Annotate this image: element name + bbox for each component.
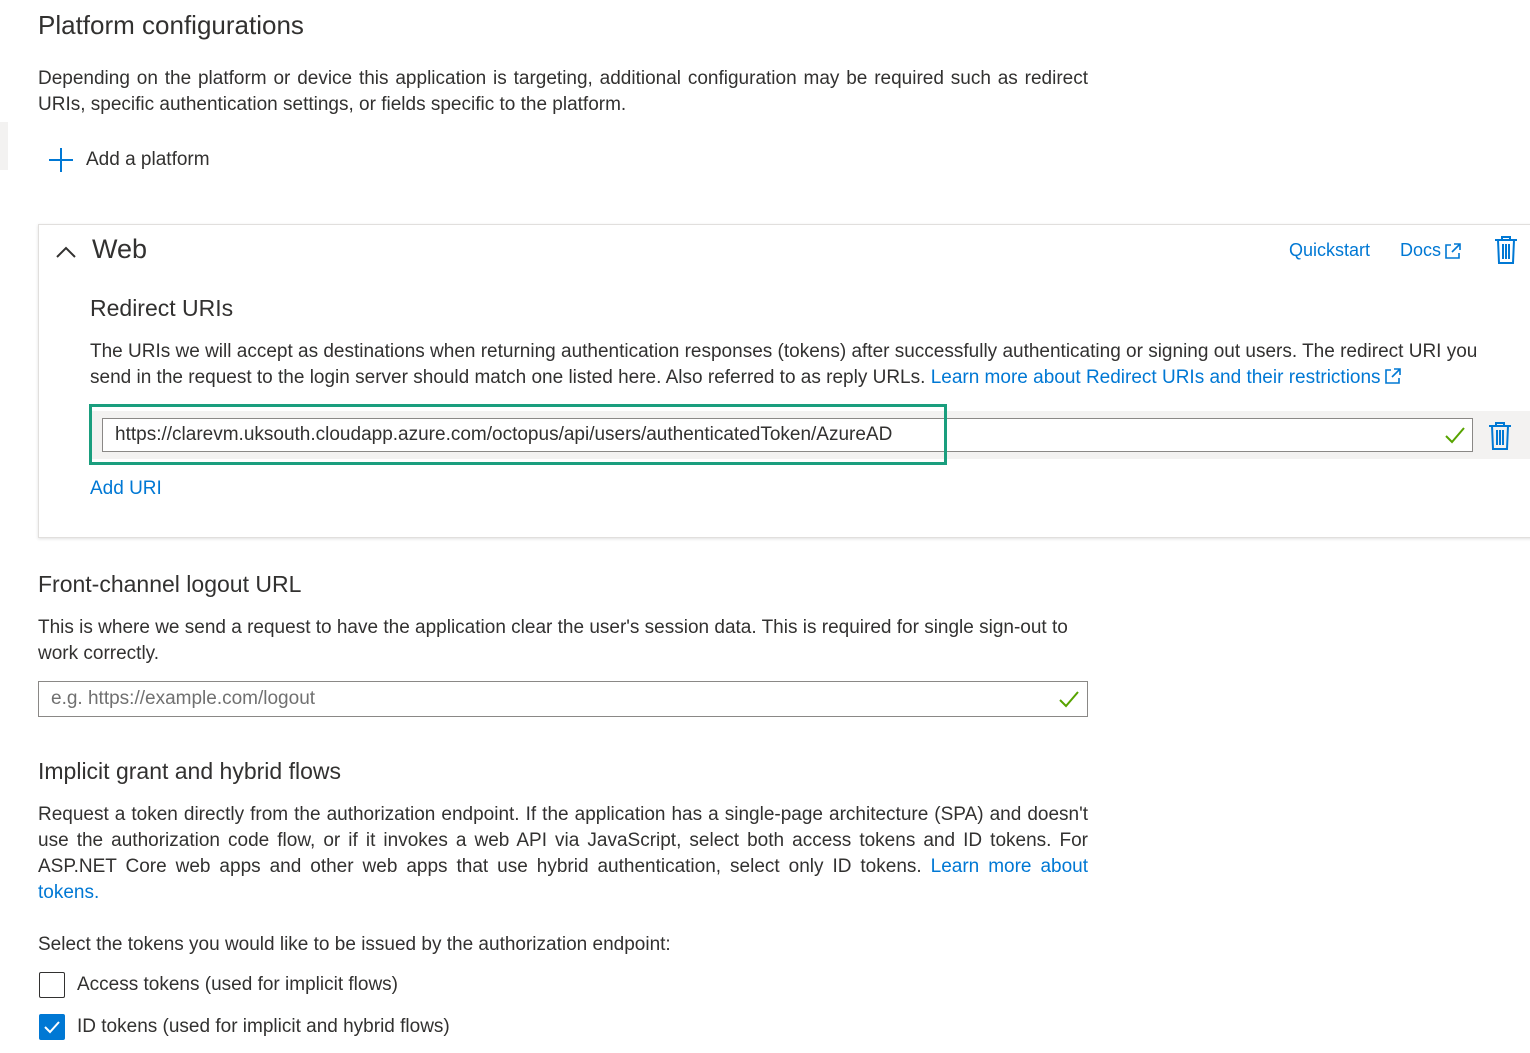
- external-link-icon: [1445, 242, 1461, 259]
- redirect-uris-heading: Redirect URIs: [90, 295, 234, 321]
- implicit-grant-heading: Implicit grant and hybrid flows: [38, 758, 341, 784]
- chevron-up-icon[interactable]: [54, 240, 78, 264]
- left-edge-bar: [0, 122, 8, 170]
- docs-label: Docs: [1400, 240, 1442, 260]
- docs-link[interactable]: Docs: [1400, 240, 1463, 261]
- plus-icon: [49, 148, 73, 172]
- id-tokens-checkbox[interactable]: [39, 1014, 65, 1040]
- add-uri-link[interactable]: Add URI: [90, 478, 162, 500]
- logout-url-heading: Front-channel logout URL: [38, 571, 302, 597]
- web-section-title: Web: [92, 234, 148, 264]
- delete-uri-icon[interactable]: [1487, 421, 1513, 451]
- delete-platform-icon[interactable]: [1492, 235, 1520, 265]
- access-tokens-option[interactable]: Access tokens (used for implicit flows): [39, 972, 398, 998]
- add-platform-button[interactable]: Add a platform: [48, 145, 210, 175]
- valid-check-icon: [1445, 427, 1465, 444]
- access-tokens-label: Access tokens (used for implicit flows): [77, 974, 398, 995]
- redirect-uri-input[interactable]: [102, 418, 1473, 452]
- token-select-prompt: Select the tokens you would like to be i…: [38, 934, 671, 955]
- id-tokens-label: ID tokens (used for implicit and hybrid …: [77, 1016, 450, 1037]
- external-link-icon: [1384, 368, 1401, 384]
- id-tokens-option[interactable]: ID tokens (used for implicit and hybrid …: [39, 1014, 450, 1040]
- logout-url-input[interactable]: [38, 681, 1088, 717]
- logout-url-description: This is where we send a request to have …: [38, 617, 1068, 664]
- platform-description: Depending on the platform or device this…: [38, 68, 1088, 115]
- quickstart-link[interactable]: Quickstart: [1289, 240, 1370, 261]
- valid-check-icon: [1059, 691, 1079, 708]
- add-platform-label: Add a platform: [86, 149, 210, 170]
- page-title: Platform configurations: [38, 10, 304, 40]
- redirect-uris-description: The URIs we will accept as destinations …: [90, 339, 1505, 391]
- learn-more-redirect-label: Learn more about Redirect URIs and their…: [930, 367, 1381, 388]
- access-tokens-checkbox[interactable]: [39, 972, 65, 998]
- implicit-grant-description: Request a token directly from the author…: [38, 802, 1088, 906]
- checkmark-icon: [44, 1021, 60, 1034]
- learn-more-redirect-link[interactable]: Learn more about Redirect URIs and their…: [931, 367, 1403, 388]
